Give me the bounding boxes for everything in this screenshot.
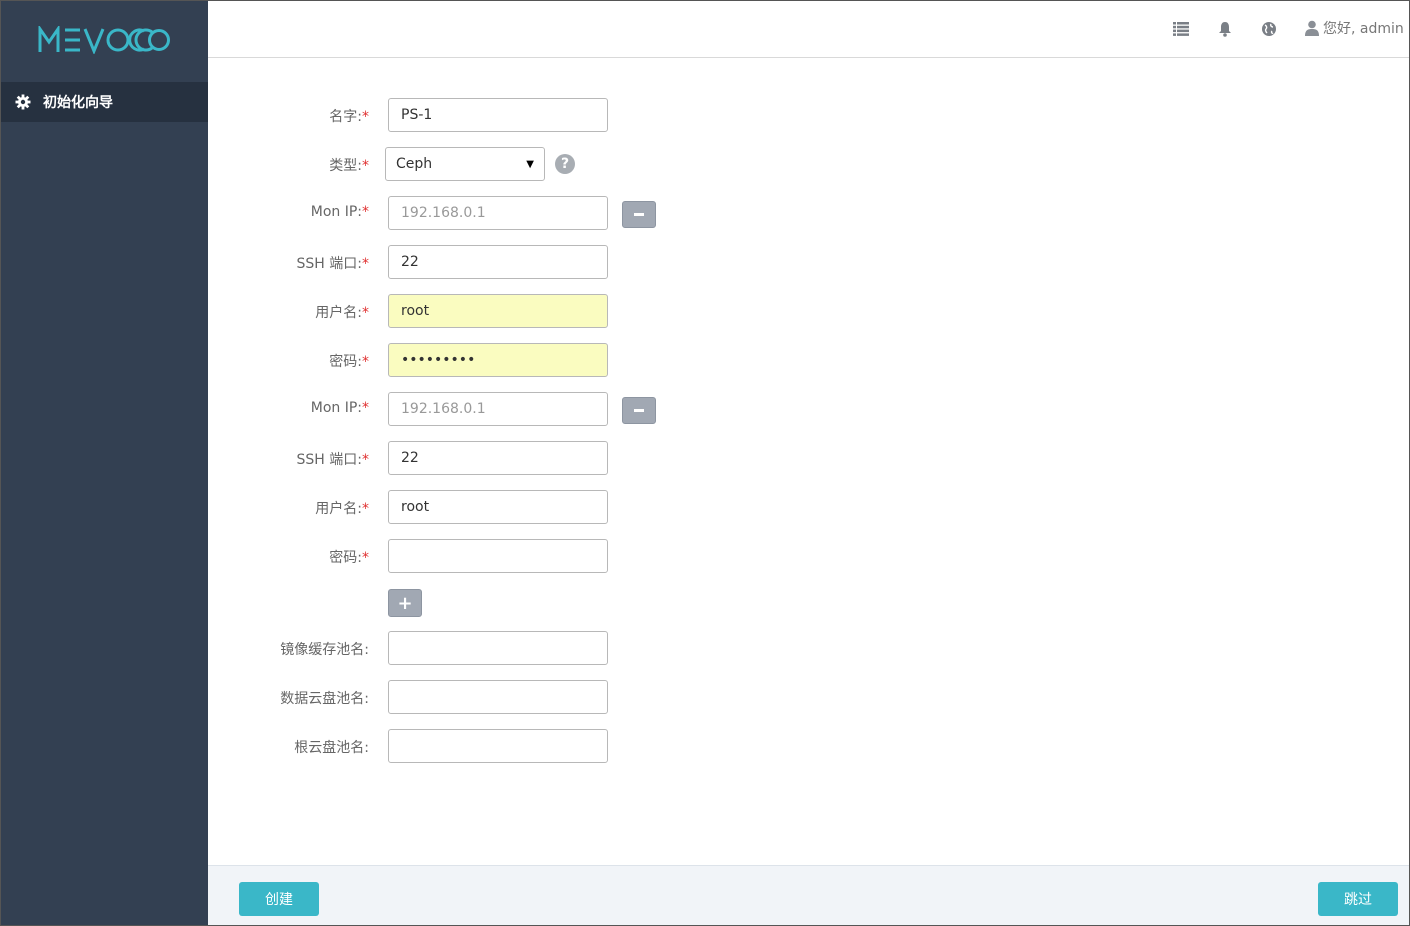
logo[interactable] [0,0,208,80]
help-icon[interactable]: ? [555,154,575,174]
form-row-image-cache-pool: 镜像缓存池名: [208,631,908,665]
data-volume-pool-label-text: 数据云盘池名: [280,691,369,707]
required-mark: * [362,452,369,468]
user-menu[interactable]: 您好, admin ▾ [1305,18,1410,38]
form-row-root-volume-pool: 根云盘池名: [208,729,908,763]
password-label-text: 密码: [329,550,362,566]
type-label-text: 类型: [329,158,362,174]
form-row-name: 名字:* [208,98,908,132]
required-mark: * [362,400,369,416]
username-input[interactable] [388,490,608,524]
root-volume-pool-label-text: 根云盘池名: [294,740,369,756]
image-cache-pool-input[interactable] [388,631,608,665]
image-cache-pool-label: 镜像缓存池名: [280,639,369,659]
gear-icon [15,94,31,110]
username-label: 用户名:* [315,498,369,518]
required-mark: * [362,256,369,272]
required-mark: * [362,158,369,174]
globe-icon[interactable] [1260,20,1278,38]
footer-bar: 创建 跳过 [208,865,1410,926]
data-volume-pool-input[interactable] [388,680,608,714]
form-row-data-volume-pool: 数据云盘池名: [208,680,908,714]
username-label-text: 用户名: [315,305,362,321]
type-select[interactable]: Ceph ▼ [385,147,545,181]
root-volume-pool-input[interactable] [388,729,608,763]
form-row-type: 类型:* Ceph ▼ ? [208,147,908,181]
mon-ip-label: Mon IP:* [311,204,369,220]
ssh-port-label-text: SSH 端口: [296,256,362,272]
type-label: 类型:* [329,155,369,175]
ssh-port-input[interactable] [388,245,608,279]
sidebar-item-init-wizard[interactable]: 初始化向导 [0,82,208,122]
plus-icon: + [397,592,413,614]
name-input[interactable] [388,98,608,132]
mon-ip-input[interactable] [388,392,608,426]
required-mark: * [362,550,369,566]
form-row-ssh-port: SSH 端口:* [208,245,908,279]
remove-mon-button[interactable] [622,397,656,424]
form-row-password: 密码:* [208,539,908,573]
form-row-mon-ip: Mon IP:* [208,392,908,426]
caret-down-icon: ▼ [526,158,534,170]
form-row-username: 用户名:* [208,490,908,524]
data-volume-pool-label: 数据云盘池名: [280,688,369,708]
sidebar: 初始化向导 [0,0,208,926]
password-label-text: 密码: [329,354,362,370]
mon-ip-input[interactable] [388,196,608,230]
skip-button[interactable]: 跳过 [1318,882,1398,916]
password-input[interactable] [388,343,608,377]
minus-icon [634,213,644,216]
name-label-text: 名字: [329,109,362,125]
password-label: 密码:* [329,351,369,371]
name-label: 名字:* [329,106,369,126]
mevoco-logo [38,26,170,54]
username-label-text: 用户名: [315,501,362,517]
form-row-password: 密码:* [208,343,908,377]
primary-storage-form: 名字:* 类型:* Ceph ▼ ? Mon IP:* SSH 端口:* 用户名… [208,58,1410,865]
mon-ip-label: Mon IP:* [311,400,369,416]
root-volume-pool-label: 根云盘池名: [294,737,369,757]
form-row-username: 用户名:* [208,294,908,328]
ssh-port-label-text: SSH 端口: [296,452,362,468]
ssh-port-input[interactable] [388,441,608,475]
user-greeting: 您好, admin [1323,21,1404,37]
password-input[interactable] [388,539,608,573]
top-header: 您好, admin ▾ [208,0,1410,58]
username-input[interactable] [388,294,608,328]
password-label: 密码:* [329,547,369,567]
bell-icon[interactable] [1216,20,1234,38]
list-icon[interactable] [1172,20,1190,38]
form-row-add-mon: + [208,589,908,623]
required-mark: * [362,501,369,517]
mon-ip-label-text: Mon IP: [310,400,362,416]
form-row-ssh-port: SSH 端口:* [208,441,908,475]
image-cache-pool-label-text: 镜像缓存池名: [280,642,369,658]
type-select-value: Ceph [396,156,433,172]
ssh-port-label: SSH 端口:* [297,253,369,273]
mon-ip-label-text: Mon IP: [310,204,362,220]
required-mark: * [362,354,369,370]
required-mark: * [362,204,369,220]
required-mark: * [362,305,369,321]
remove-mon-button[interactable] [622,201,656,228]
user-icon [1305,20,1319,36]
ssh-port-label: SSH 端口:* [297,449,369,469]
create-button[interactable]: 创建 [239,882,319,916]
required-mark: * [362,109,369,125]
form-row-mon-ip: Mon IP:* [208,196,908,230]
minus-icon [634,409,644,412]
sidebar-item-label: 初始化向导 [43,95,113,111]
add-mon-button[interactable]: + [388,589,422,617]
username-label: 用户名:* [315,302,369,322]
